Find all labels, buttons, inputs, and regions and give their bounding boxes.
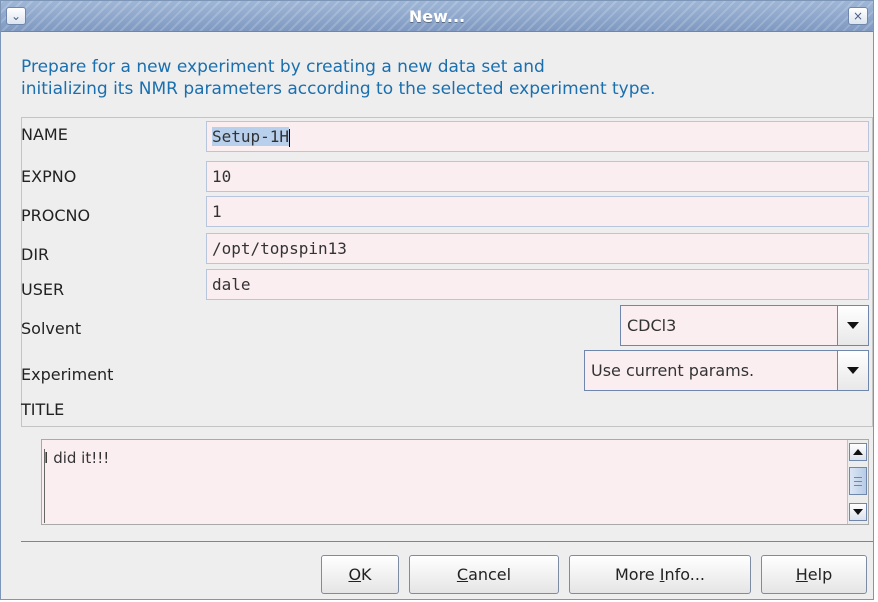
dialog-title: New... [408,7,466,26]
grip-line [854,481,862,482]
chevron-down-icon [847,322,859,329]
text-caret [289,128,291,147]
arrow-up-icon [853,449,863,455]
solvent-select[interactable]: CDCl3 [620,305,869,346]
experiment-label: Experiment [21,365,114,384]
vertical-scrollbar[interactable] [847,440,868,524]
more-info-label-rest: nfo... [664,565,705,584]
help-button[interactable]: Help [761,555,867,594]
arrow-down-icon [853,509,863,515]
cancel-mnemonic: C [456,565,469,584]
procno-field[interactable]: 1 [206,196,869,227]
help-label-rest: elp [807,565,833,584]
user-field[interactable]: dale [206,269,869,300]
experiment-select[interactable]: Use current params. [584,350,869,391]
solvent-label: Solvent [21,319,82,338]
close-button[interactable]: × [848,7,868,25]
grip-line [854,485,862,486]
dir-label: DIR [21,245,50,264]
solvent-dropdown-button[interactable] [837,306,868,345]
more-info-button[interactable]: More Info... [569,555,751,594]
ok-button[interactable]: OK [321,555,399,594]
scrollbar-thumb[interactable] [849,467,867,495]
title-bar[interactable]: ⌄ New... × [1,1,873,32]
expno-label: EXPNO [21,167,77,186]
help-mnemonic: H [795,565,808,584]
grip-line [854,477,862,478]
ok-label-rest: K [361,565,372,584]
user-label: USER [21,280,65,299]
new-dialog: ⌄ New... × Prepare for a new experiment … [0,0,874,600]
description-line-2: initializing its NMR parameters accordin… [21,79,656,99]
procno-label: PROCNO [21,206,91,225]
solvent-selected-value: CDCl3 [627,316,677,335]
cancel-label-rest: ancel [468,565,512,584]
dialog-description: Prepare for a new experiment by creating… [21,56,873,100]
cancel-button[interactable]: Cancel [409,555,559,594]
experiment-selected-value: Use current params. [591,361,755,380]
name-field[interactable]: Setup-1H [206,121,869,152]
title-textarea-value: I did it!!! [44,449,110,467]
close-icon: × [852,9,864,23]
name-label: NAME [21,125,68,144]
more-info-prefix: More [614,565,660,584]
chevron-down-icon [847,367,859,374]
scroll-up-button[interactable] [849,443,867,461]
footer-divider [21,541,873,542]
ok-mnemonic: O [348,565,362,584]
scroll-down-button[interactable] [849,503,867,521]
dir-field[interactable]: /opt/topspin13 [206,233,869,264]
title-label: TITLE [21,400,65,419]
expno-field[interactable]: 10 [206,161,869,192]
experiment-dropdown-button[interactable] [837,351,868,390]
name-field-selected-text: Setup-1H [212,127,290,146]
description-line-1: Prepare for a new experiment by creating… [21,57,545,77]
title-textarea[interactable]: I did it!!! [41,439,869,525]
